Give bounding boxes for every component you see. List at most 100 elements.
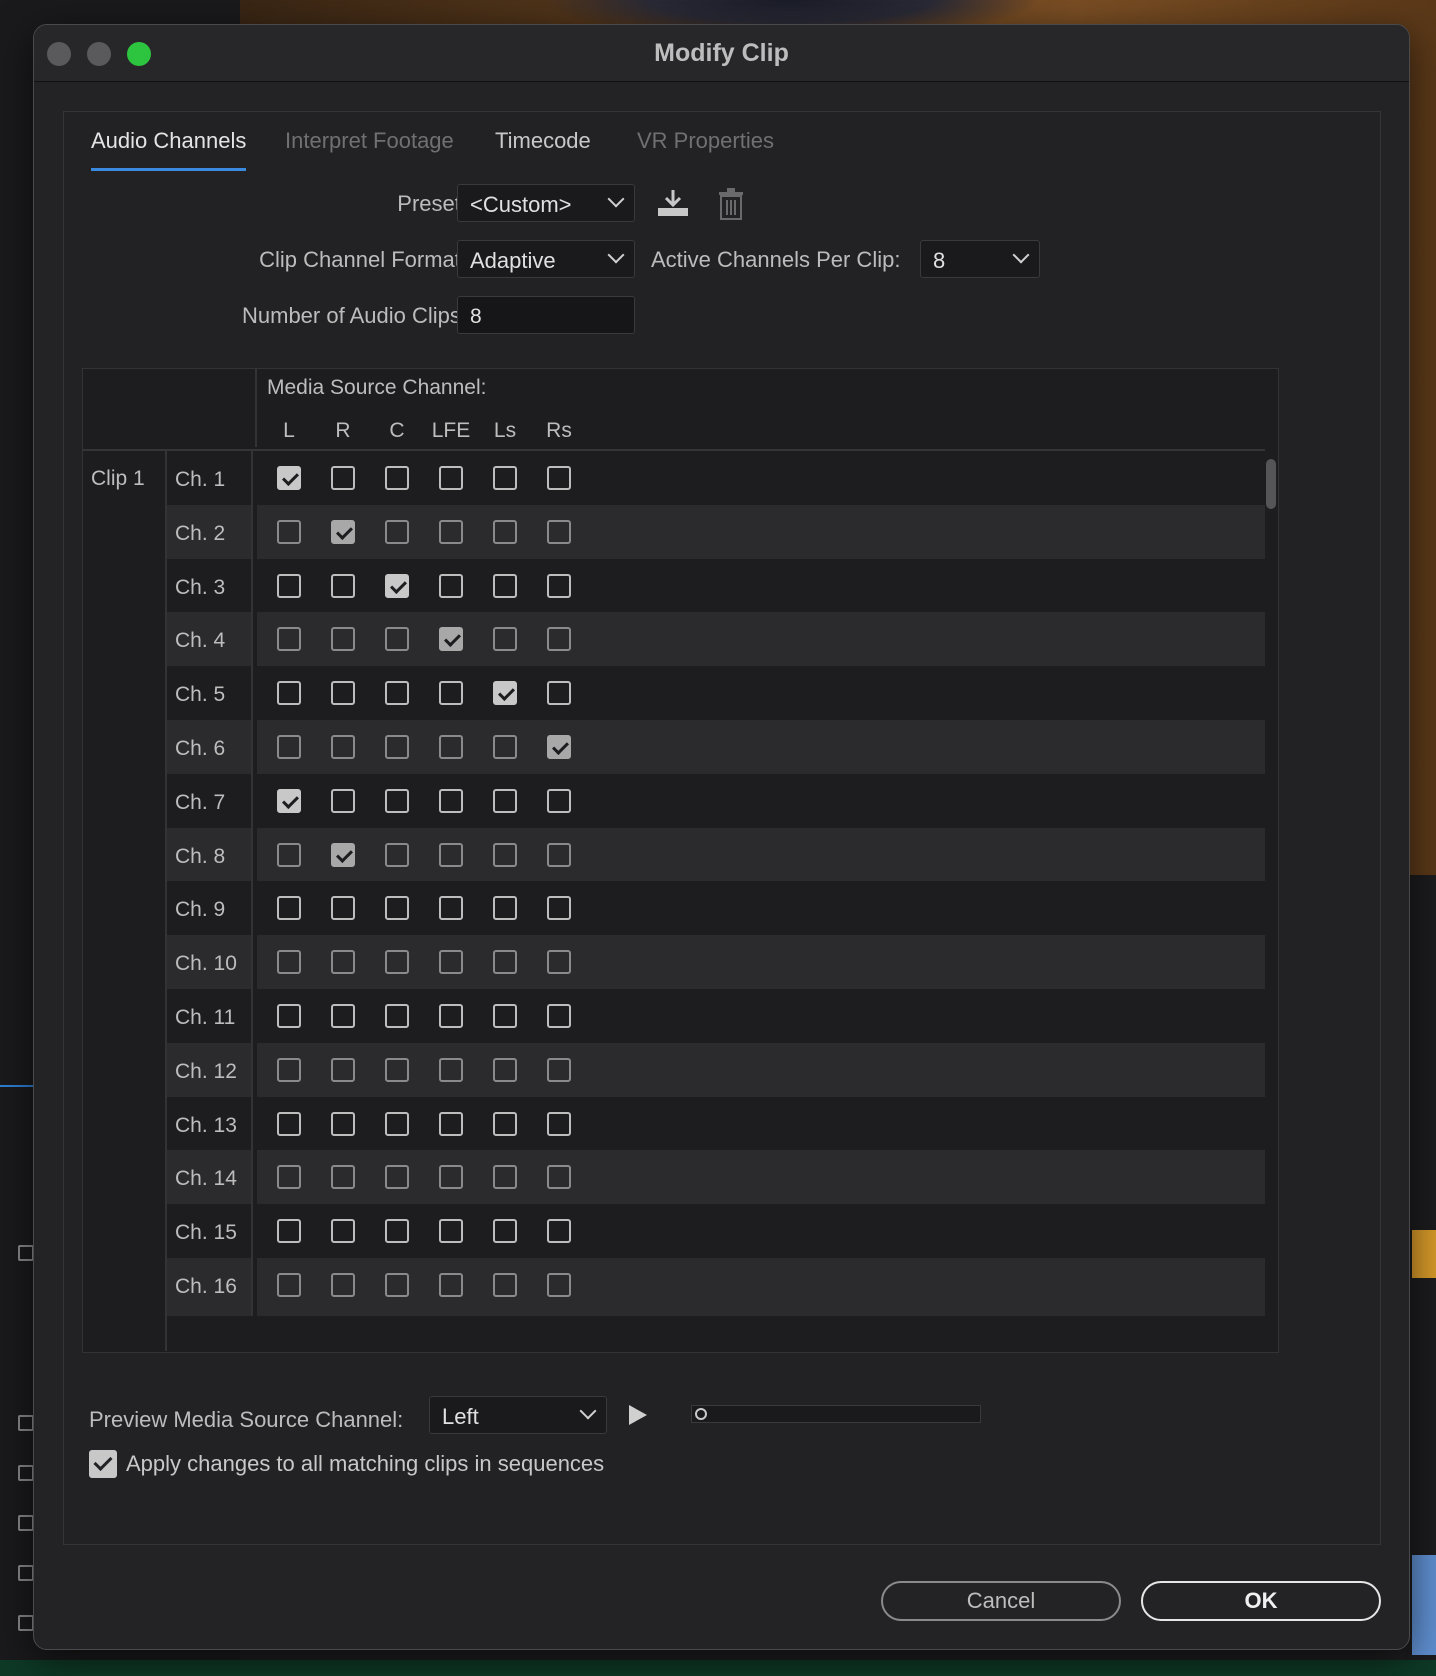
active-channels-dropdown[interactable]: 8: [920, 240, 1040, 278]
channel-checkbox[interactable]: [331, 1165, 355, 1190]
channel-checkbox[interactable]: [547, 1273, 571, 1297]
channel-checkbox[interactable]: [493, 1273, 517, 1297]
channel-checkbox[interactable]: [439, 1111, 463, 1136]
channel-checkbox[interactable]: [331, 842, 355, 867]
channel-checkbox[interactable]: [493, 519, 517, 544]
channel-checkbox[interactable]: [493, 950, 517, 975]
preview-scrubber[interactable]: [691, 1405, 981, 1423]
channel-checkbox[interactable]: [277, 573, 301, 598]
channel-checkbox[interactable]: [331, 1057, 355, 1082]
channel-checkbox[interactable]: [331, 1219, 355, 1244]
channel-checkbox[interactable]: [439, 735, 463, 759]
channel-checkbox[interactable]: [277, 681, 301, 706]
channel-checkbox[interactable]: [547, 627, 571, 652]
channel-checkbox[interactable]: [277, 950, 301, 975]
channel-checkbox[interactable]: [547, 681, 571, 706]
channel-checkbox[interactable]: [547, 573, 571, 598]
num-audio-clips-input[interactable]: 8: [457, 296, 635, 334]
channel-checkbox[interactable]: [331, 950, 355, 975]
channel-checkbox[interactable]: [547, 842, 571, 867]
channel-checkbox[interactable]: [439, 519, 463, 544]
channel-checkbox[interactable]: [547, 1165, 571, 1190]
channel-checkbox[interactable]: [385, 950, 409, 975]
channel-checkbox[interactable]: [331, 735, 355, 759]
channel-checkbox[interactable]: [493, 681, 517, 706]
channel-checkbox[interactable]: [493, 1219, 517, 1244]
channel-checkbox[interactable]: [385, 1273, 409, 1297]
channel-checkbox[interactable]: [331, 519, 355, 544]
channel-checkbox[interactable]: [385, 788, 409, 813]
channel-checkbox[interactable]: [439, 466, 463, 490]
channel-checkbox[interactable]: [493, 1165, 517, 1190]
channel-checkbox[interactable]: [439, 1004, 463, 1028]
tab-vr-properties[interactable]: VR Properties: [637, 128, 774, 168]
channel-checkbox[interactable]: [385, 681, 409, 706]
channel-checkbox[interactable]: [547, 1219, 571, 1244]
channel-checkbox[interactable]: [547, 788, 571, 813]
play-icon[interactable]: [629, 1405, 647, 1425]
channel-checkbox[interactable]: [493, 466, 517, 490]
channel-checkbox[interactable]: [439, 788, 463, 813]
channel-checkbox[interactable]: [547, 466, 571, 490]
download-icon[interactable]: [656, 188, 690, 223]
channel-checkbox[interactable]: [385, 842, 409, 867]
channel-checkbox[interactable]: [547, 950, 571, 975]
channel-checkbox[interactable]: [439, 573, 463, 598]
tab-interpret-footage[interactable]: Interpret Footage: [285, 128, 454, 168]
channel-checkbox[interactable]: [331, 627, 355, 652]
channel-checkbox[interactable]: [439, 627, 463, 652]
channel-checkbox[interactable]: [331, 573, 355, 598]
channel-checkbox[interactable]: [277, 1111, 301, 1136]
channel-checkbox[interactable]: [385, 1004, 409, 1028]
channel-checkbox[interactable]: [331, 466, 355, 490]
cancel-button[interactable]: Cancel: [881, 1581, 1121, 1621]
tab-timecode[interactable]: Timecode: [495, 128, 591, 168]
channel-checkbox[interactable]: [277, 788, 301, 813]
channel-checkbox[interactable]: [277, 1165, 301, 1190]
trash-icon[interactable]: [718, 188, 744, 225]
channel-checkbox[interactable]: [547, 519, 571, 544]
channel-checkbox[interactable]: [277, 842, 301, 867]
channel-checkbox[interactable]: [493, 627, 517, 652]
channel-checkbox[interactable]: [277, 519, 301, 544]
channel-checkbox[interactable]: [439, 1165, 463, 1190]
channel-checkbox[interactable]: [331, 681, 355, 706]
channel-checkbox[interactable]: [385, 1057, 409, 1082]
channel-checkbox[interactable]: [439, 681, 463, 706]
channel-checkbox[interactable]: [385, 466, 409, 490]
channel-checkbox[interactable]: [493, 896, 517, 921]
channel-checkbox[interactable]: [439, 1057, 463, 1082]
channel-checkbox[interactable]: [439, 842, 463, 867]
apply-all-checkbox[interactable]: [89, 1450, 117, 1478]
channel-checkbox[interactable]: [385, 735, 409, 759]
channel-checkbox[interactable]: [493, 573, 517, 598]
channel-checkbox[interactable]: [277, 1273, 301, 1297]
scrubber-handle[interactable]: [695, 1408, 707, 1420]
channel-checkbox[interactable]: [547, 1004, 571, 1028]
channel-checkbox[interactable]: [439, 950, 463, 975]
preset-dropdown[interactable]: <Custom>: [457, 184, 635, 222]
channel-checkbox[interactable]: [493, 1057, 517, 1082]
channel-checkbox[interactable]: [277, 1004, 301, 1028]
channel-checkbox[interactable]: [385, 627, 409, 652]
channel-checkbox[interactable]: [331, 1004, 355, 1028]
channel-checkbox[interactable]: [385, 1219, 409, 1244]
channel-checkbox[interactable]: [277, 1057, 301, 1082]
channel-checkbox[interactable]: [547, 896, 571, 921]
channel-checkbox[interactable]: [439, 1219, 463, 1244]
channel-checkbox[interactable]: [493, 1111, 517, 1136]
ok-button[interactable]: OK: [1141, 1581, 1381, 1621]
channel-checkbox[interactable]: [547, 735, 571, 759]
channel-checkbox[interactable]: [277, 466, 301, 490]
channel-checkbox[interactable]: [331, 896, 355, 921]
tab-audio-channels[interactable]: Audio Channels: [91, 128, 247, 171]
channel-checkbox[interactable]: [493, 735, 517, 759]
channel-checkbox[interactable]: [385, 896, 409, 921]
channel-checkbox[interactable]: [331, 1111, 355, 1136]
channel-checkbox[interactable]: [547, 1057, 571, 1082]
channel-checkbox[interactable]: [493, 1004, 517, 1028]
channel-checkbox[interactable]: [331, 1273, 355, 1297]
channel-checkbox[interactable]: [385, 1165, 409, 1190]
channel-checkbox[interactable]: [385, 519, 409, 544]
channel-checkbox[interactable]: [493, 788, 517, 813]
